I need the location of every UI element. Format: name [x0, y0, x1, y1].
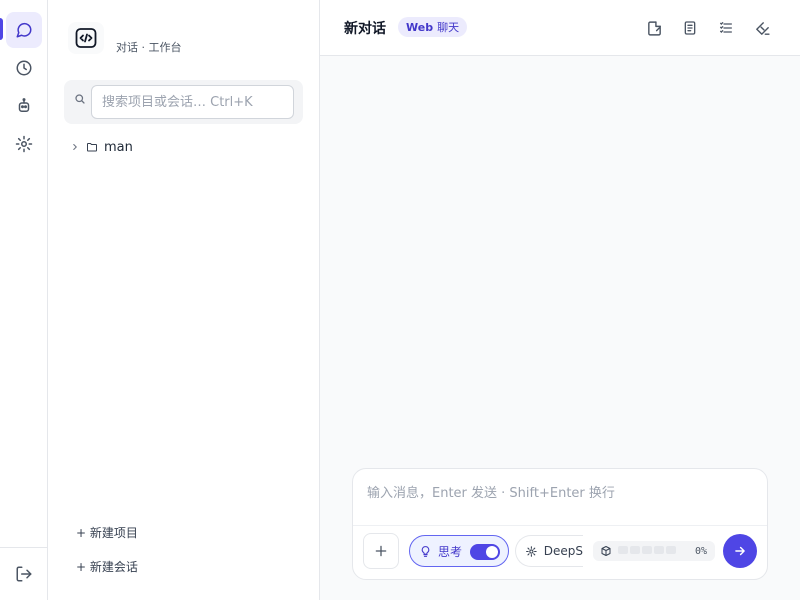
new-file-icon	[647, 20, 661, 36]
plus-icon	[375, 545, 387, 557]
history-icon	[16, 60, 32, 76]
clean-button[interactable]	[750, 16, 774, 40]
new-chat-label: + 新建会话	[76, 560, 138, 574]
mode-badge: Web 聊天	[398, 17, 468, 37]
arrow-right-icon	[735, 546, 745, 556]
clean-icon	[755, 21, 770, 35]
rail-footer	[0, 547, 48, 582]
notes-icon	[684, 21, 696, 35]
message-composer: 思考 DeepS 0%	[352, 468, 768, 580]
rail-agent-button[interactable]	[6, 88, 42, 124]
rail-history-button[interactable]	[6, 50, 42, 86]
logout-icon	[16, 566, 32, 582]
app-logo	[68, 22, 104, 54]
model-label: DeepS	[543, 544, 583, 558]
think-toggle-chip[interactable]: 思考	[409, 535, 509, 567]
app-window: 对话 · 工作台 man + 新建项目 + 新建会话 新对话 Web 聊天	[0, 0, 800, 600]
brand-subtitle: 对话 · 工作台	[116, 41, 182, 54]
model-selector[interactable]: DeepS	[515, 535, 583, 567]
attach-button[interactable]	[363, 533, 399, 569]
rail-chat-button[interactable]	[6, 12, 42, 48]
chevron-right-icon[interactable]	[70, 142, 80, 152]
new-chat-button[interactable]: + 新建会话	[76, 558, 138, 575]
lightbulb-icon	[421, 545, 430, 557]
sparkle-icon	[526, 545, 537, 557]
search-box	[64, 80, 303, 124]
active-indicator	[0, 18, 3, 40]
page-title: 新对话	[344, 21, 386, 37]
chat-icon	[16, 22, 32, 38]
rail-settings-button[interactable]	[6, 126, 42, 162]
settings-icon	[15, 135, 33, 153]
send-button[interactable]	[723, 534, 757, 568]
new-project-label: + 新建项目	[76, 526, 138, 540]
chat-main: 新对话 Web 聊天 输入消息，Enter 发送 · Shift+Enter 换…	[320, 0, 800, 600]
message-input[interactable]	[367, 481, 755, 505]
search-input[interactable]	[91, 85, 294, 119]
new-project-button[interactable]: + 新建项目	[76, 524, 138, 541]
search-icon	[75, 94, 85, 104]
tree-item-label: man	[104, 139, 133, 155]
notes-button[interactable]	[678, 16, 702, 40]
icon-rail	[0, 0, 48, 600]
cube-icon	[601, 546, 611, 556]
context-percent: 0%	[694, 545, 707, 557]
badge-label: 聊天	[437, 21, 460, 34]
list-settings-icon	[720, 22, 732, 33]
project-sidebar: 对话 · 工作台 man + 新建项目 + 新建会话	[48, 0, 320, 600]
tree-item-project[interactable]: man	[70, 138, 133, 156]
context-meter	[618, 545, 678, 557]
context-usage: 0%	[593, 541, 715, 561]
code-logo-icon	[75, 28, 97, 48]
robot-icon	[18, 98, 30, 112]
think-switch[interactable]	[470, 544, 500, 560]
folder-icon	[87, 143, 97, 152]
new-chat-toolbar-button[interactable]	[642, 16, 666, 40]
badge-prefix: Web	[406, 20, 434, 34]
think-label: 思考	[438, 544, 463, 559]
composer-divider	[353, 525, 767, 526]
chat-header: 新对话 Web 聊天	[320, 0, 800, 56]
list-settings-button[interactable]	[714, 16, 738, 40]
logout-button[interactable]	[6, 556, 42, 592]
